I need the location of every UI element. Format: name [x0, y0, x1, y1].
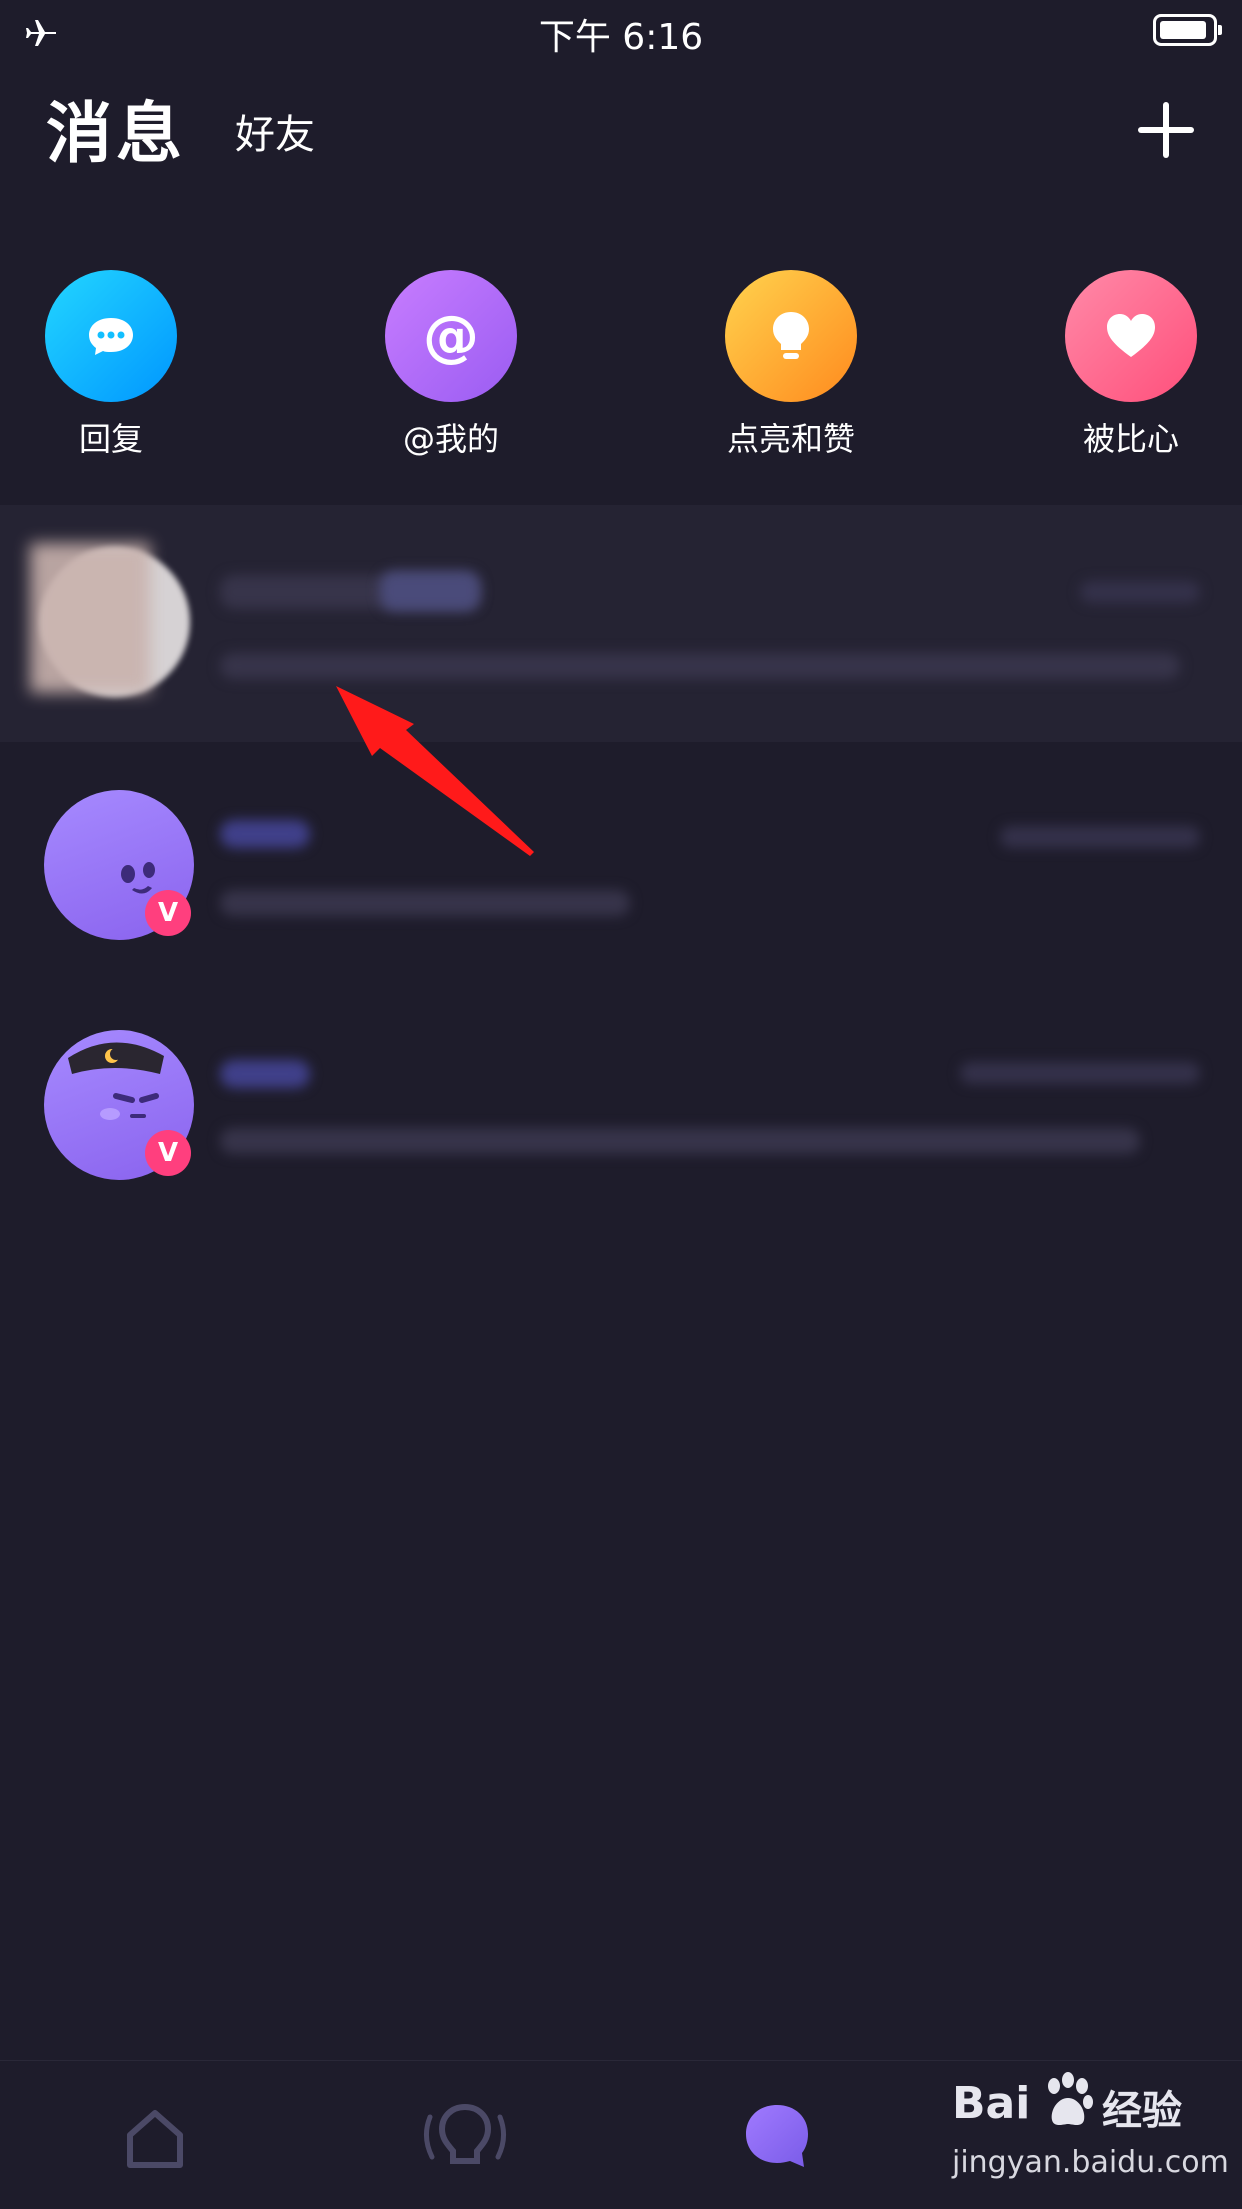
quick-action-label: 回复 — [78, 420, 143, 458]
quick-action-likes[interactable]: 点亮和赞 — [706, 270, 876, 460]
list-item-time — [960, 1062, 1200, 1084]
list-item[interactable]: V — [0, 760, 1242, 1000]
plus-icon[interactable] — [1138, 102, 1194, 158]
list-item-preview — [220, 653, 1180, 679]
status-time: 下午 6:16 — [538, 17, 704, 58]
watermark-url: jingyan.baidu.com — [952, 2145, 1229, 2180]
list-item-preview — [220, 890, 630, 916]
status-bar: 下午 6:16 — [0, 0, 1242, 62]
quick-action-label: @我的 — [402, 420, 499, 458]
battery-icon — [1153, 14, 1222, 46]
avatar-photo — [30, 543, 150, 693]
quick-action-at-me[interactable]: @ @我的 — [366, 270, 536, 460]
list-item-time — [1080, 581, 1200, 603]
watermark-brand2: 经验 — [1102, 2088, 1182, 2134]
verified-badge-icon: V — [145, 890, 191, 936]
heart-icon — [1065, 270, 1197, 402]
list-item-preview — [220, 1128, 1140, 1154]
quick-action-hearts[interactable]: 被比心 — [1046, 270, 1216, 460]
verified-badge-icon: V — [145, 1130, 191, 1176]
chat-bubble-icon — [45, 270, 177, 402]
home-icon[interactable] — [122, 2105, 188, 2171]
watermark-brand: Bai — [952, 2078, 1031, 2129]
message-bubble-icon[interactable] — [742, 2101, 812, 2171]
quick-action-reply[interactable]: 回复 — [26, 270, 196, 460]
lightbulb-icon — [725, 270, 857, 402]
list-item-title — [380, 571, 480, 611]
list-item[interactable]: V — [0, 1000, 1242, 1240]
list-item-title — [220, 1060, 310, 1088]
list-item-time — [1000, 826, 1200, 848]
tab-friends[interactable]: 好友 — [235, 102, 315, 160]
tab-messages[interactable]: 消息 — [46, 80, 186, 176]
list-item-title — [220, 820, 310, 848]
at-icon: @ — [385, 270, 517, 402]
list-item[interactable] — [0, 505, 1242, 742]
quick-action-label: 点亮和赞 — [726, 420, 855, 458]
header: 消息 好友 — [0, 62, 1242, 202]
bulb-outline-icon[interactable] — [420, 2101, 510, 2173]
quick-action-label: 被比心 — [1082, 420, 1179, 458]
paw-icon — [1048, 2072, 1093, 2125]
